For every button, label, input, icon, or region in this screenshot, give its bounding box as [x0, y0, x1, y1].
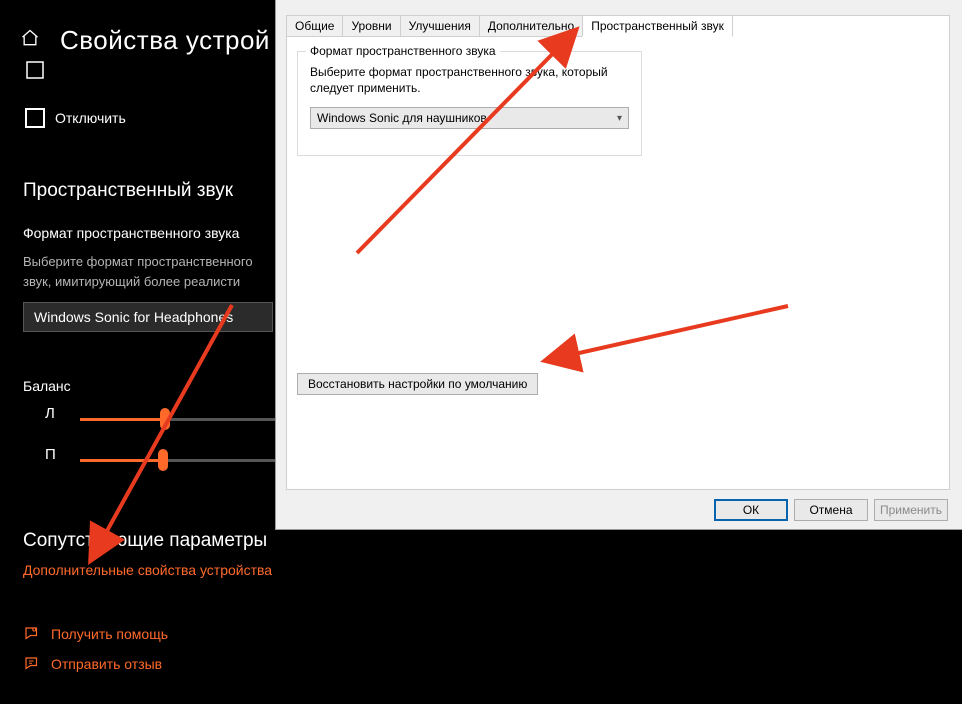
cancel-button[interactable]: Отмена — [794, 499, 868, 521]
balance-left-label: Л — [45, 405, 55, 422]
tab-levels[interactable]: Уровни — [342, 15, 400, 37]
checkbox-icon[interactable] — [25, 108, 45, 128]
get-help-link[interactable]: Получить помощь — [51, 626, 168, 642]
slider-thumb-icon[interactable] — [158, 449, 168, 471]
device-icon — [25, 60, 45, 80]
spatial-format-group: Формат пространственного звука Выберите … — [297, 51, 642, 156]
feedback-icon — [23, 655, 41, 673]
tab-advanced[interactable]: Дополнительно — [479, 15, 583, 37]
balance-right-label: П — [45, 446, 56, 463]
tab-general[interactable]: Общие — [286, 15, 343, 37]
balance-heading: Баланс — [23, 378, 71, 394]
tab-spatial-sound[interactable]: Пространственный звук — [582, 15, 733, 37]
combo-value: Windows Sonic для наушников — [317, 111, 487, 125]
ok-button[interactable]: ОК — [714, 499, 788, 521]
restore-defaults-button[interactable]: Восстановить настройки по умолчанию — [297, 373, 538, 395]
help-icon — [23, 625, 41, 643]
tabstrip: Общие Уровни Улучшения Дополнительно Про… — [286, 15, 732, 37]
balance-right-slider[interactable] — [80, 449, 275, 471]
related-params-heading: Сопутствующие параметры — [23, 530, 267, 552]
spatial-format-desc: Выберите формат пространственного звук, … — [23, 252, 283, 291]
page-title: Свойства устрой — [60, 25, 270, 56]
spatial-format-value: Windows Sonic for Headphones — [34, 309, 233, 325]
spatial-sound-heading: Пространственный звук — [23, 180, 233, 202]
balance-left-slider[interactable] — [80, 408, 275, 430]
dialog-body: Общие Уровни Улучшения Дополнительно Про… — [286, 15, 950, 490]
send-feedback-link[interactable]: Отправить отзыв — [51, 656, 162, 672]
group-legend: Формат пространственного звука — [306, 44, 500, 58]
spatial-format-select[interactable]: Windows Sonic for Headphones — [23, 302, 273, 332]
properties-dialog: Общие Уровни Улучшения Дополнительно Про… — [275, 0, 962, 530]
additional-properties-link[interactable]: Дополнительные свойства устройства — [23, 562, 272, 578]
chevron-down-icon: ▾ — [617, 113, 622, 124]
disable-checkbox-row[interactable]: Отключить — [25, 108, 126, 128]
tab-enhancements[interactable]: Улучшения — [400, 15, 480, 37]
home-icon[interactable] — [20, 28, 40, 53]
apply-button: Применить — [874, 499, 948, 521]
disable-label: Отключить — [55, 110, 126, 126]
slider-thumb-icon[interactable] — [160, 408, 170, 430]
spatial-format-label: Формат пространственного звука — [23, 225, 239, 241]
spatial-format-combo[interactable]: Windows Sonic для наушников ▾ — [310, 107, 629, 129]
group-text: Выберите формат пространственного звука,… — [310, 64, 629, 96]
